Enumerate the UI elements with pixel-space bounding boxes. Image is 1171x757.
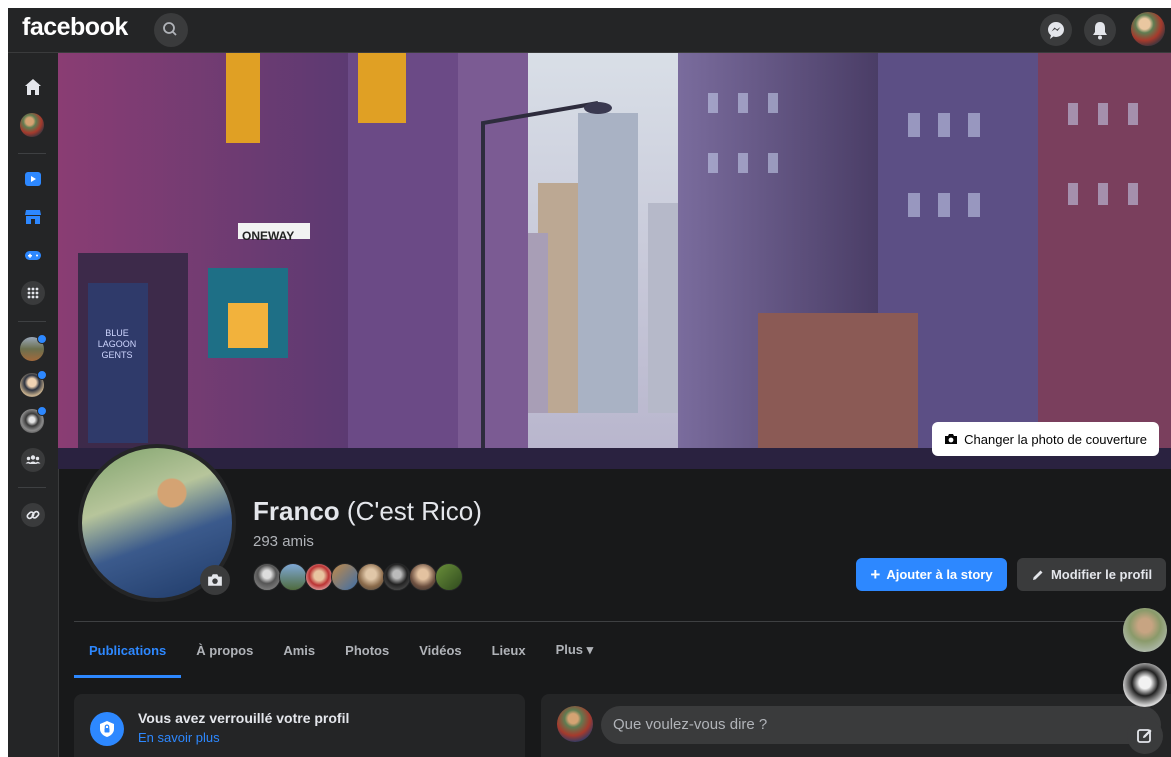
groups-icon [21,448,45,472]
edit-profile-button[interactable]: Modifier le profil [1017,558,1166,591]
link-shortcut[interactable] [21,503,45,527]
profile-alternate-name: (C'est Rico) [346,496,482,526]
marketplace-shortcut[interactable] [21,205,45,229]
tab-photos[interactable]: Photos [330,622,404,678]
rail-divider [18,321,46,322]
locked-profile-shield [90,712,124,746]
learn-more-link[interactable]: En savoir plus [138,730,220,745]
gaming-icon [25,251,41,260]
contact-chat-head[interactable] [1123,608,1167,652]
city-street-illustration [58,53,1171,469]
messenger-icon [1048,22,1064,39]
notifications-button[interactable] [1084,14,1116,46]
locked-profile-title: Vous avez verrouillé votre profil [138,710,350,726]
tab-places[interactable]: Lieux [477,622,541,678]
composer-avatar[interactable] [557,706,593,742]
new-activity-dot [37,406,47,416]
friend-avatar[interactable] [435,563,463,591]
plus-icon: + [870,565,881,584]
compose-icon [1137,729,1152,743]
home-shortcut[interactable] [21,75,45,99]
whats-on-your-mind-input[interactable]: Que voulez-vous dire ? [601,706,1161,744]
group-shortcut-avatar[interactable] [20,370,47,397]
friend-avatar[interactable] [357,563,385,591]
messenger-button[interactable] [1040,14,1072,46]
friend-avatar[interactable] [279,563,307,591]
add-to-story-label: Ajouter à la story [886,567,993,582]
change-cover-button[interactable]: Changer la photo de couverture [932,422,1159,456]
shield-icon [100,721,114,737]
pencil-icon [1032,570,1043,580]
add-to-story-button[interactable]: + Ajouter à la story [856,558,1007,591]
profile-name: Franco (C'est Rico) [253,496,482,527]
locked-profile-card: Vous avez verrouillé votre profil En sav… [74,694,525,757]
friend-avatar[interactable] [383,563,411,591]
profile-tabs: Publications À propos Amis Photos Vidéos… [74,622,608,678]
profile-first-name: Franco [253,496,340,526]
watch-icon [25,172,41,186]
group-shortcut-avatar[interactable] [20,334,47,361]
bell-icon [1093,22,1107,40]
top-navigation-bar: facebook [8,8,1171,53]
new-activity-dot [37,370,47,380]
shop-sign: BLUE LAGOON GENTS [97,328,137,360]
friends-count[interactable]: 293 amis [253,533,314,550]
tab-about[interactable]: À propos [181,622,268,678]
friend-avatar[interactable] [305,563,333,591]
gaming-shortcut[interactable] [21,243,45,267]
tab-friends[interactable]: Amis [268,622,330,678]
menu-grid-icon [21,281,45,305]
search-button[interactable] [154,13,188,47]
cover-photo[interactable]: ONEWAY BLUE LAGOON GENTS Changer la phot… [58,53,1171,469]
rail-divider [18,153,46,154]
link-icon [21,503,45,527]
tab-publications[interactable]: Publications [74,622,182,678]
camera-icon [208,574,222,586]
post-composer: Que voulez-vous dire ? [541,694,1171,757]
more-menu-shortcut[interactable] [21,281,45,305]
watch-shortcut[interactable] [21,167,45,191]
oneway-sign: ONEWAY [242,229,295,243]
rail-divider [18,487,46,488]
home-icon [25,79,41,95]
search-icon [163,22,177,36]
facebook-logo[interactable]: facebook [22,13,128,42]
new-message-button[interactable] [1127,718,1163,754]
facebook-profile-page: facebook ONEWAY BLUE LAGOON GENTS Change… [8,8,1171,757]
change-cover-label: Changer la photo de couverture [964,431,1147,447]
friend-avatar[interactable] [253,563,281,591]
marketplace-icon [25,210,41,224]
group-shortcut-avatar[interactable] [20,406,47,433]
new-activity-dot [37,334,47,344]
tab-more[interactable]: Plus ▾ [541,622,609,678]
account-avatar[interactable] [1131,12,1165,46]
tab-videos[interactable]: Vidéos [404,622,476,678]
contact-chat-head[interactable] [1123,663,1167,707]
left-shortcut-rail [8,53,59,757]
friend-avatar[interactable] [331,563,359,591]
update-profile-picture-button[interactable] [200,565,230,595]
edit-profile-label: Modifier le profil [1050,567,1153,582]
friend-avatar[interactable] [409,563,437,591]
profile-shortcut-avatar[interactable] [20,113,44,137]
camera-icon [945,434,958,444]
groups-shortcut[interactable] [21,448,45,472]
